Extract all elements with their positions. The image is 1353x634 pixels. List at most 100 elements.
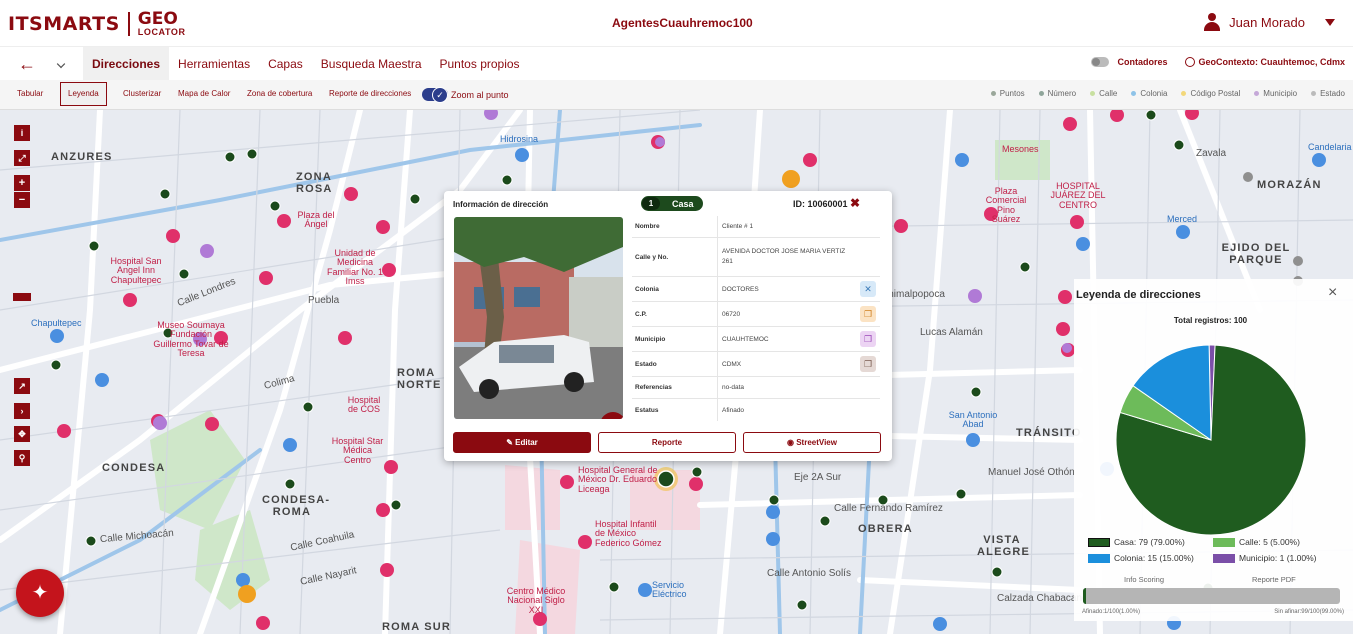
report-button[interactable]: Reporte: [598, 432, 736, 453]
tool-zona-cobertura[interactable]: Zona de cobertura: [247, 80, 312, 108]
zoom-in-button[interactable]: +: [14, 175, 30, 191]
label-poi: Plaza del Ángel: [297, 210, 335, 230]
copy-estado-icon[interactable]: ❐: [860, 356, 876, 372]
label-district: CONDESA-ROMA: [262, 494, 331, 518]
tab-capas[interactable]: Capas: [259, 47, 312, 81]
chevron-down-icon[interactable]: [56, 59, 66, 69]
compass-fab-button[interactable]: ✦: [16, 569, 64, 617]
tool-mapa-calor[interactable]: Mapa de Calor: [178, 80, 230, 108]
tool-clusterizar[interactable]: Clusterizar: [123, 80, 161, 108]
label-street: Zavala: [1196, 148, 1227, 159]
label-district: ROMA NORTE: [397, 367, 442, 391]
info-icon[interactable]: i: [14, 125, 30, 141]
detail-row: Nombre Cliente # 1: [632, 216, 880, 238]
label-poi: Hidrosina: [500, 134, 539, 144]
filter-codigo-postal[interactable]: Código Postal: [1181, 89, 1240, 98]
label-district: VISTA ALEGRE: [977, 534, 1031, 558]
fullscreen-icon[interactable]: ⤢: [14, 150, 30, 166]
legend-key-calle: Calle: 5 (5.00%): [1213, 537, 1343, 547]
close-icon[interactable]: ✖: [850, 196, 860, 210]
label-district: OBRERA: [858, 523, 913, 535]
filter-numero[interactable]: Número: [1038, 89, 1076, 98]
app-header: ITSMARTS GEO LOCATOR AgentesCuauhremoc10…: [0, 0, 1353, 46]
detail-row: Estatus Afinado: [632, 399, 880, 421]
toolbar: Tabular Leyenda Clusterizar Mapa de Calo…: [0, 80, 1353, 110]
label-poi: Plaza Comercial Pino Suárez: [985, 186, 1027, 225]
label-poi: Hospital General de México Dr. Eduardo L…: [578, 465, 658, 494]
tab-busqueda-maestra[interactable]: Busqueda Maestra: [312, 47, 431, 81]
label-street: Manuel José Othón: [988, 467, 1075, 478]
legend-panel: Leyenda de direcciones × Total registros…: [1074, 279, 1353, 621]
filter-estado[interactable]: Estado: [1311, 89, 1345, 98]
contadores-toggle[interactable]: [1091, 57, 1110, 67]
chart-icon[interactable]: ↗: [14, 378, 30, 394]
logo-itsmarts: ITSMARTS: [8, 13, 120, 35]
label-street: Calle Antonio Solís: [767, 568, 851, 579]
popup-title: Información de dirección: [453, 200, 549, 209]
afinado-label: Afinado:1/100(1.00%): [1082, 609, 1141, 615]
legend-title: Leyenda de direcciones: [1076, 289, 1201, 301]
app-title: AgentesCuauhremoc100: [612, 16, 753, 30]
tool-leyenda[interactable]: Leyenda: [60, 82, 107, 106]
sin-afinar-label: Sin afinar:99/100(99.00%): [1274, 609, 1344, 615]
label-district: CONDESA: [102, 462, 166, 474]
label-district: TRÁNSITO: [1016, 427, 1082, 439]
legend-key-colonia: Colonia: 15 (15.00%): [1088, 553, 1213, 563]
label-poi: Mesones: [1002, 144, 1039, 154]
info-scoring-link[interactable]: Info Scoring: [1124, 575, 1164, 584]
filter-municipio[interactable]: Municipio: [1254, 89, 1297, 98]
close-icon[interactable]: ×: [1328, 284, 1337, 302]
edit-button[interactable]: ✎ Editar: [453, 432, 591, 453]
legend-keys: Casa: 79 (79.00%) Calle: 5 (5.00%) Colon…: [1088, 537, 1348, 563]
filter-calle[interactable]: Calle: [1090, 89, 1117, 98]
detail-row: Municipio CUAUHTEMOC ❐: [632, 327, 880, 352]
tab-herramientas[interactable]: Herramientas: [169, 47, 259, 81]
label-district: ANZURES: [51, 151, 113, 163]
label-poi: Hospital Star Médica Centro: [331, 436, 384, 465]
label-poi: Unidad de Medicina Familiar No. 1 Imss: [326, 248, 383, 287]
reporte-pdf-link[interactable]: Reporte PDF: [1252, 575, 1296, 584]
zoom-out-button[interactable]: −: [14, 192, 30, 208]
legend-total: Total registros: 100: [1173, 316, 1248, 325]
address-details-table: Nombre Cliente # 1 Calle y No. AVENIDA D…: [632, 216, 880, 421]
label-street: Eje 2A Sur: [794, 472, 842, 483]
type-badge: 1 Casa: [641, 196, 703, 211]
legend-pie-chart: [1115, 344, 1307, 536]
brand-logo[interactable]: ITSMARTS GEO LOCATOR: [8, 11, 186, 37]
detail-row: C.P. 06720 ❐: [632, 302, 880, 327]
label-poi: Candelaria: [1308, 142, 1352, 152]
chevron-down-icon[interactable]: [1325, 18, 1335, 26]
user-icon: [1203, 13, 1221, 31]
streetview-button[interactable]: ◉ StreetView: [743, 432, 881, 453]
tab-puntos-propios[interactable]: Puntos propios: [431, 47, 529, 81]
zoom-slider-handle[interactable]: [13, 293, 31, 301]
filter-puntos[interactable]: Puntos: [990, 89, 1025, 98]
label-street: Calle Fernando Ramírez: [834, 503, 943, 514]
tool-reporte-direcciones[interactable]: Reporte de direcciones: [329, 80, 411, 108]
label-poi: Museo Soumaya Fundación Guillermo Tovar …: [153, 320, 229, 359]
label-district: ROMA SUR: [382, 621, 452, 633]
label-poi: Centro Médico Nacional Siglo XXI: [506, 586, 566, 615]
geocontext[interactable]: GeoContexto: Cuauhtemoc, Cdmx: [1185, 57, 1345, 67]
contadores-label: Contadores: [1117, 57, 1168, 67]
detail-row: Referencias no-data: [632, 377, 880, 399]
copy-cp-icon[interactable]: ❐: [860, 306, 876, 322]
afinado-progress-bar: [1083, 588, 1340, 604]
label-poi: Servicio Eléctrico: [652, 580, 687, 600]
tab-direcciones[interactable]: Direcciones: [83, 47, 170, 81]
move-icon[interactable]: ✥: [14, 426, 30, 442]
address-info-popup: Información de dirección 1 Casa ID: 1006…: [444, 191, 892, 461]
tool-tabular[interactable]: Tabular: [17, 80, 43, 108]
street-photo: ⊕: [454, 217, 623, 419]
copy-municipio-icon[interactable]: ❐: [860, 331, 876, 347]
edit-colonia-icon[interactable]: ✕: [860, 281, 876, 297]
filter-colonia[interactable]: Colonia: [1131, 89, 1167, 98]
label-poi: Merced: [1167, 214, 1198, 224]
toggle-switch[interactable]: [422, 87, 448, 103]
zoom-al-punto-toggle[interactable]: Zoom al punto: [422, 87, 509, 103]
route-icon[interactable]: ⚲: [14, 450, 30, 466]
user-name: Juan Morado: [1229, 14, 1305, 30]
user-menu[interactable]: Juan Morado: [1203, 13, 1335, 31]
back-arrow-icon[interactable]: ←: [18, 55, 36, 73]
expand-arrow-icon[interactable]: ›: [14, 403, 30, 419]
